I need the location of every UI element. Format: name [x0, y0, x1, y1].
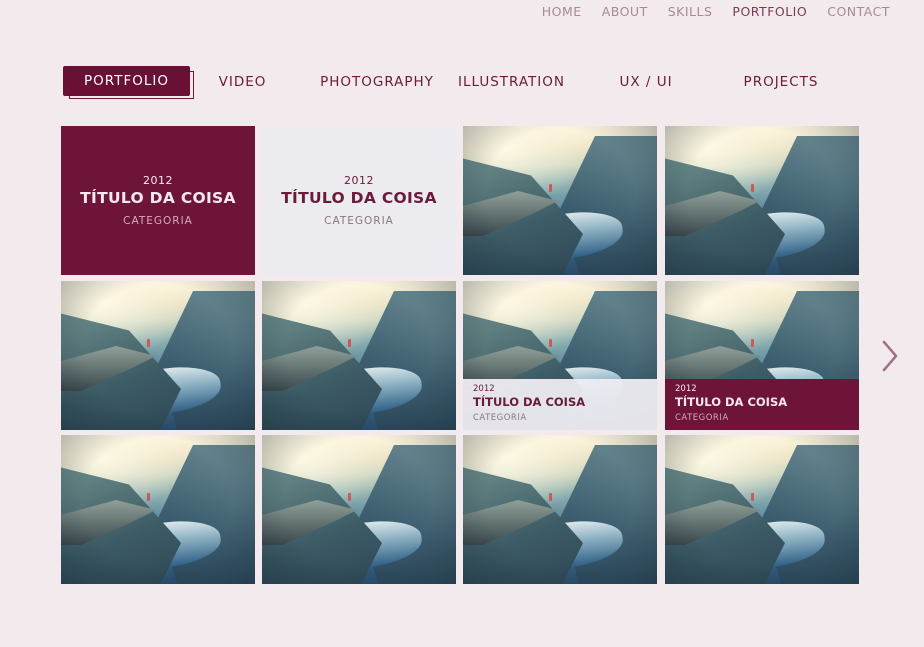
top-nav-skills[interactable]: SKILLS	[668, 4, 713, 19]
tab-video[interactable]: VIDEO	[205, 66, 280, 98]
portfolio-tile[interactable]	[665, 126, 859, 275]
tile-title: TÍTULO DA COISA	[80, 189, 236, 207]
portfolio-tile[interactable]	[262, 281, 456, 430]
tile-photo	[463, 435, 657, 584]
top-nav-portfolio[interactable]: PORTFOLIO	[732, 4, 807, 19]
tile-year: 2012	[473, 384, 495, 394]
tile-category: CATEGORIA	[324, 215, 394, 227]
portfolio-tile[interactable]	[262, 435, 456, 584]
tile-photo	[463, 126, 657, 275]
tile-title: TÍTULO DA COISA	[281, 189, 437, 207]
portfolio-tile[interactable]	[61, 435, 255, 584]
tile-photo	[262, 435, 456, 584]
top-nav-contact[interactable]: CONTACT	[827, 4, 890, 19]
tile-category: CATEGORIA	[473, 413, 527, 423]
tile-year: 2012	[143, 174, 173, 187]
tile-year: 2012	[675, 384, 697, 394]
tile-category: CATEGORIA	[123, 215, 193, 227]
tile-photo	[665, 126, 859, 275]
top-nav-home[interactable]: HOME	[542, 4, 582, 19]
portfolio-tile[interactable]	[463, 126, 657, 275]
tile-title: TÍTULO DA COISA	[675, 395, 788, 409]
portfolio-tile[interactable]: 2012 TÍTULO DA COISA CATEGORIA	[61, 126, 255, 275]
tile-caption: 2012 TÍTULO DA COISA CATEGORIA	[262, 126, 456, 275]
tile-year: 2012	[344, 174, 374, 187]
tile-caption: 2012 TÍTULO DA COISA CATEGORIA	[463, 379, 657, 430]
top-nav-about[interactable]: ABOUT	[602, 4, 648, 19]
portfolio-tile[interactable]	[463, 435, 657, 584]
tile-caption: 2012 TÍTULO DA COISA CATEGORIA	[61, 126, 255, 275]
portfolio-tile[interactable]: 2012 TÍTULO DA COISA CATEGORIA	[262, 126, 456, 275]
chevron-right-icon[interactable]	[878, 338, 902, 374]
top-nav: HOME ABOUT SKILLS PORTFOLIO CONTACT	[522, 4, 890, 19]
tab-photography[interactable]: PHOTOGRAPHY	[318, 66, 436, 98]
portfolio-tile[interactable]: 2012 TÍTULO DA COISA CATEGORIA	[665, 281, 859, 430]
tile-photo	[262, 281, 456, 430]
tile-photo	[61, 281, 255, 430]
tab-illustration[interactable]: ILLUSTRATION	[455, 66, 568, 98]
tab-projects[interactable]: PROJECTS	[735, 66, 827, 98]
tab-ux-ui[interactable]: UX / UI	[605, 66, 687, 98]
portfolio-tile[interactable]	[665, 435, 859, 584]
tile-title: TÍTULO DA COISA	[473, 395, 586, 409]
tile-caption: 2012 TÍTULO DA COISA CATEGORIA	[665, 379, 859, 430]
tile-photo	[665, 435, 859, 584]
tab-portfolio[interactable]: PORTFOLIO	[63, 66, 190, 96]
tile-photo	[61, 435, 255, 584]
tile-category: CATEGORIA	[675, 413, 729, 423]
portfolio-tile[interactable]: 2012 TÍTULO DA COISA CATEGORIA	[463, 281, 657, 430]
portfolio-tile[interactable]	[61, 281, 255, 430]
